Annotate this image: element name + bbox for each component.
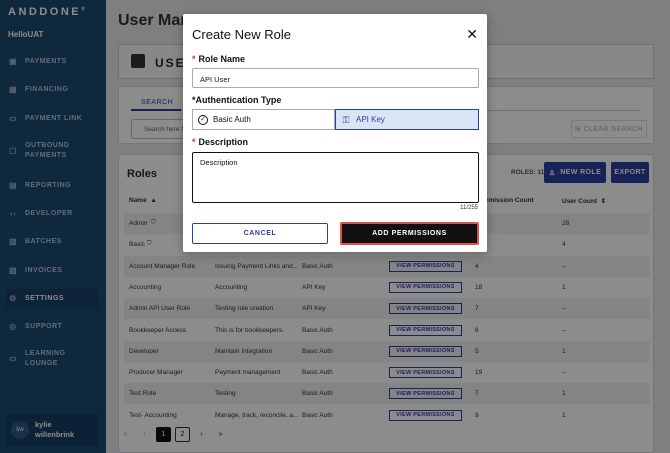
- description-label: * Description: [192, 137, 249, 147]
- check-circle-icon: ✓: [198, 114, 208, 125]
- cancel-button[interactable]: CANCEL: [192, 223, 328, 244]
- dialog-title: Create New Role: [192, 27, 291, 42]
- auth-basic-option[interactable]: ✓ Basic Auth: [192, 109, 335, 130]
- create-role-dialog: Create New Role ✕ * Role Name API User *A…: [183, 14, 487, 252]
- role-name-input[interactable]: API User: [192, 68, 479, 88]
- key-icon: ⚿: [342, 114, 350, 125]
- description-textarea[interactable]: Description: [192, 152, 479, 203]
- auth-api-key-option[interactable]: ⚿ API Key: [335, 109, 479, 130]
- close-icon[interactable]: ✕: [466, 26, 478, 43]
- auth-type-label: *Authentication Type: [192, 95, 282, 105]
- char-count: 11/255: [460, 205, 478, 211]
- add-permissions-button[interactable]: ADD PERMISSIONS: [340, 222, 479, 245]
- role-name-label: * Role Name: [192, 54, 246, 64]
